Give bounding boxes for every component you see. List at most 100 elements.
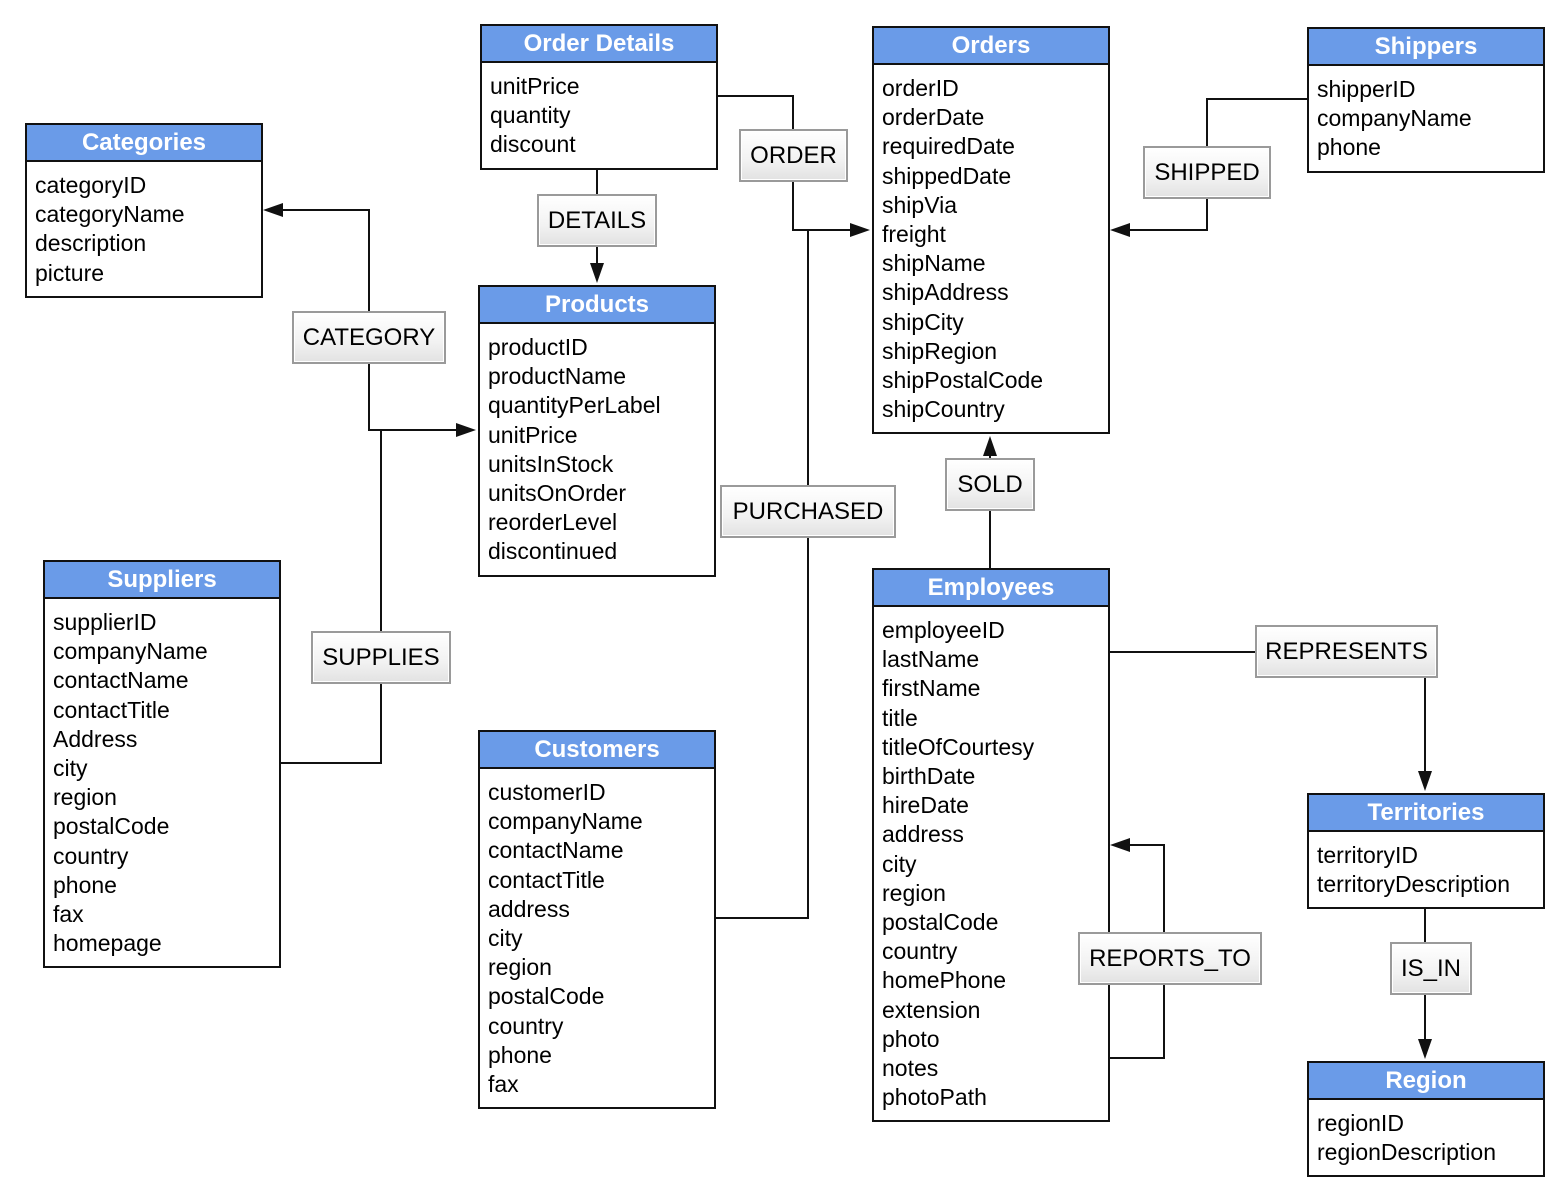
attribute: shipRegion — [882, 337, 998, 364]
attribute: photo — [882, 1025, 940, 1052]
attribute: shipVia — [882, 191, 958, 218]
attribute: birthDate — [882, 763, 976, 790]
attribute: shipCountry — [882, 396, 1005, 423]
relationship-supplies[interactable]: SUPPLIES — [311, 631, 451, 684]
attribute: quantityPerLabel — [488, 392, 661, 419]
entity-title: Territories — [1309, 795, 1543, 832]
entity-order-details[interactable]: Order Details unitPrice quantity discount — [480, 24, 718, 170]
attribute: contactTitle — [488, 866, 605, 893]
attribute: quantity — [490, 102, 571, 129]
attribute: requiredDate — [882, 133, 1015, 160]
attribute: address — [488, 895, 570, 922]
attribute-list: employeeID lastName firstName title titleOfC… — [874, 607, 1108, 1120]
order-line-1 — [716, 95, 794, 129]
attribute: reorderLevel — [488, 509, 618, 536]
attribute-list: customerID companyName contactName contactT… — [480, 769, 714, 1107]
attribute: shipAddress — [882, 279, 1009, 306]
relationship-category[interactable]: CATEGORY — [292, 311, 446, 364]
entity-title: Customers — [480, 732, 714, 769]
entity-products[interactable]: Products productID productName quantityPerL… — [478, 285, 716, 577]
arrowhead-icon — [590, 263, 604, 283]
relationship-represents[interactable]: REPRESENTS — [1255, 625, 1438, 678]
arrowhead-icon — [1110, 223, 1130, 237]
attribute: postalCode — [882, 909, 999, 936]
shipped-line-1 — [1206, 98, 1307, 146]
attribute: shipPostalCode — [882, 367, 1044, 394]
attribute: categoryID — [35, 172, 147, 198]
relationship-order[interactable]: ORDER — [739, 129, 848, 182]
relationship-is-in[interactable]: IS_IN — [1390, 942, 1472, 995]
entity-territories[interactable]: Territories territoryID territoryDescripti… — [1307, 793, 1545, 910]
arrowhead-icon — [1110, 838, 1130, 852]
attribute: territoryDescription — [1317, 871, 1510, 898]
attribute: description — [35, 230, 147, 257]
attribute: city — [53, 755, 88, 782]
attribute-list: categoryID categoryName description picture — [27, 162, 261, 296]
relationship-shipped[interactable]: SHIPPED — [1143, 146, 1271, 199]
attribute: shipCity — [882, 308, 964, 335]
attribute: homepage — [53, 930, 162, 957]
entity-categories[interactable]: Categories categoryID categoryName descript… — [25, 123, 263, 298]
attribute: postalCode — [488, 983, 605, 1010]
attribute: unitPrice — [488, 421, 578, 448]
relationship-sold[interactable]: SOLD — [945, 458, 1035, 511]
entity-title: Order Details — [482, 26, 716, 63]
attribute: lastName — [882, 646, 980, 673]
entity-title: Orders — [874, 28, 1108, 65]
entity-title: Products — [480, 287, 714, 324]
entity-title: Employees — [874, 570, 1108, 607]
attribute: shippedDate — [882, 162, 1012, 189]
entity-shippers[interactable]: Shippers shipperID companyName phone — [1307, 27, 1545, 173]
attribute: companyName — [488, 808, 643, 835]
attribute: homePhone — [882, 967, 1007, 994]
entity-region[interactable]: Region regionID regionDescription — [1307, 1061, 1545, 1178]
attribute: categoryName — [35, 201, 185, 228]
attribute: region — [882, 879, 946, 906]
attribute: fax — [53, 901, 84, 928]
attribute: unitsInStock — [488, 450, 614, 477]
attribute: regionDescription — [1317, 1139, 1496, 1166]
attribute: fax — [488, 1071, 519, 1098]
attribute: title — [882, 704, 918, 731]
shipped-line-2 — [1124, 198, 1208, 231]
attribute: contactTitle — [53, 696, 170, 723]
attribute: customerID — [488, 779, 606, 805]
entity-title: Suppliers — [45, 562, 279, 599]
attribute: companyName — [53, 638, 208, 665]
category-line-1 — [277, 209, 370, 311]
attribute: discount — [490, 131, 576, 158]
arrowhead-icon — [263, 203, 283, 217]
attribute: productID — [488, 334, 588, 360]
attribute: orderID — [882, 75, 959, 101]
attribute: regionID — [1317, 1110, 1404, 1136]
entity-orders[interactable]: Orders orderID orderDate requiredDate shippe… — [872, 26, 1110, 435]
entity-title: Shippers — [1309, 29, 1543, 66]
attribute: address — [882, 821, 964, 848]
attribute-list: unitPrice quantity discount — [482, 63, 716, 168]
attribute-list: regionID regionDescription — [1309, 1100, 1543, 1175]
attribute: picture — [35, 259, 105, 286]
attribute: employeeID — [882, 617, 1005, 643]
attribute: hireDate — [882, 792, 969, 819]
attribute: discontinued — [488, 538, 618, 565]
attribute: photoPath — [882, 1084, 987, 1111]
relationship-purchased[interactable]: PURCHASED — [720, 485, 896, 538]
entity-suppliers[interactable]: Suppliers supplierID companyName contactNam… — [43, 560, 281, 969]
attribute: contactName — [488, 837, 624, 864]
attribute: supplierID — [53, 609, 157, 635]
reports-to-line-1 — [1124, 844, 1165, 932]
entity-customers[interactable]: Customers customerID companyName contactNam… — [478, 730, 716, 1110]
attribute: territoryID — [1317, 842, 1418, 868]
entity-employees[interactable]: Employees employeeID lastName firstName titl… — [872, 568, 1110, 1123]
attribute: region — [488, 954, 552, 981]
attribute: orderDate — [882, 104, 985, 131]
attribute: city — [488, 925, 523, 952]
category-line-2 — [368, 363, 462, 431]
attribute: shipName — [882, 250, 986, 277]
attribute: freight — [882, 221, 946, 248]
relationship-details[interactable]: DETAILS — [537, 194, 657, 247]
order-line-2 — [792, 182, 856, 231]
attribute: Address — [53, 725, 138, 752]
relationship-reports-to[interactable]: REPORTS_TO — [1078, 932, 1262, 985]
attribute: productName — [488, 363, 627, 390]
